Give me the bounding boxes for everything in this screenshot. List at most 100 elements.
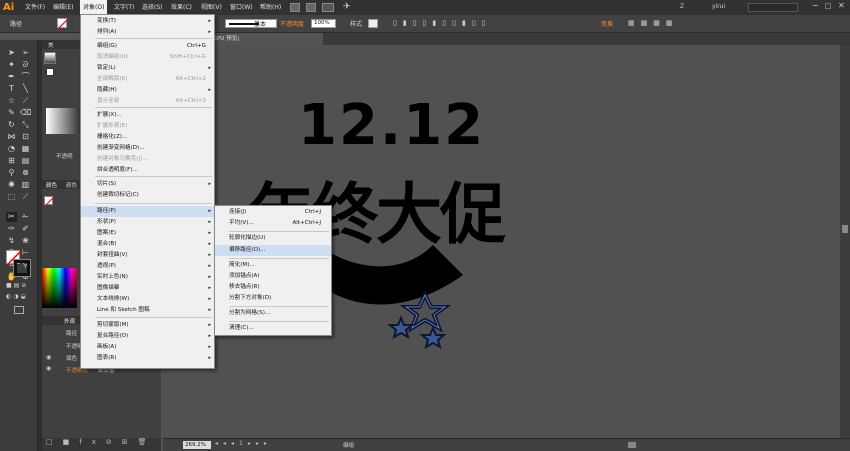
- object-menu-item[interactable]: 图像描摹 ▸: [81, 283, 214, 294]
- visibility-eye-icon-2[interactable]: ◉: [46, 365, 51, 372]
- object-menu-item[interactable]: 剪切蒙版(M) ▸: [81, 320, 214, 331]
- path-submenu-item[interactable]: 平均(V)... Alt+Ctrl+J: [215, 218, 331, 229]
- object-menu-item[interactable]: 复合路径(O) ▸: [81, 331, 214, 342]
- panel-fill-swatch[interactable]: [46, 68, 54, 76]
- menu-file[interactable]: 文件(F): [22, 0, 48, 15]
- object-menu-item[interactable]: 拼合透明度(F)...: [81, 165, 214, 176]
- bloat-tool-icon[interactable]: ❀: [20, 236, 31, 246]
- color-tab[interactable]: 颜色: [46, 181, 57, 189]
- color-fill-proxy[interactable]: [44, 196, 55, 207]
- zoom-level-field[interactable]: 269.2%: [183, 441, 211, 449]
- path-submenu-item[interactable]: 简化(M)...: [215, 260, 331, 271]
- menu-object[interactable]: 对象(O): [80, 0, 108, 15]
- object-menu-item[interactable]: 显示全部 Alt+Ctrl+3: [81, 96, 214, 107]
- blend-tool-icon[interactable]: ⊗: [20, 168, 31, 178]
- symbol-sprayer-icon[interactable]: ✺: [6, 180, 17, 190]
- transform-label[interactable]: 变换: [601, 19, 613, 28]
- graph-tool-icon[interactable]: ▥: [20, 180, 31, 190]
- direct-selection-tool-icon[interactable]: ➢: [20, 48, 31, 58]
- object-menu-item[interactable]: 封套扭曲(V) ▸: [81, 250, 214, 261]
- menu-window[interactable]: 窗口(W): [227, 0, 256, 15]
- path-submenu-item[interactable]: 偏移路径(O)...: [215, 245, 331, 256]
- menu-type[interactable]: 文字(T): [111, 0, 137, 15]
- artboard-tool-icon[interactable]: ⬚: [6, 192, 17, 202]
- object-menu-item[interactable]: 扩展(X)...: [81, 110, 214, 121]
- bridge-icon[interactable]: [290, 3, 300, 12]
- scissors-tool-icon[interactable]: ✁: [20, 212, 31, 222]
- user-name[interactable]: yirui: [712, 3, 725, 10]
- align-icons[interactable]: ▯▮▯▯▮▯▯▮▯▯: [393, 19, 573, 29]
- measure-tool-icon[interactable]: ⊢: [20, 248, 31, 258]
- type-tool-icon[interactable]: T: [6, 84, 17, 94]
- object-menu-item[interactable]: 锁定(L) ▸: [81, 63, 214, 74]
- eyedropper-icon[interactable]: ⚲: [6, 168, 17, 178]
- color-spectrum[interactable]: [42, 268, 77, 308]
- minimize-icon[interactable]: −: [812, 1, 819, 10]
- panel-tab-a[interactable]: 美: [48, 41, 54, 49]
- lasso-icon[interactable]: ᘐ: [20, 60, 31, 70]
- artboard-nav-icons[interactable]: ◂◂◂1▸▸▸: [215, 440, 272, 447]
- color-mode-icons[interactable]: ■▤⊘: [6, 282, 32, 290]
- style-swatch[interactable]: [368, 19, 378, 28]
- scale-icon[interactable]: ⤡: [20, 120, 31, 130]
- opacity-input[interactable]: 100%: [311, 19, 336, 28]
- menu-edit[interactable]: 编辑(E): [50, 0, 76, 15]
- rotate-icon[interactable]: ↻: [6, 120, 17, 130]
- slice-tool-icon[interactable]: ⟋: [20, 192, 31, 202]
- blob-brush-icon[interactable]: ✐: [20, 224, 31, 234]
- mesh-tool-icon[interactable]: ⊞: [6, 156, 17, 166]
- opacity-label[interactable]: 不透明度: [280, 19, 304, 28]
- object-menu-item[interactable]: 栅格化(Z)...: [81, 132, 214, 143]
- object-menu-item[interactable]: 路径(P) ▸: [81, 206, 214, 217]
- menu-help[interactable]: 帮助(H): [257, 0, 284, 15]
- object-menu-item[interactable]: 创建渐变网格(D)...: [81, 143, 214, 154]
- pencil-icon[interactable]: ✎: [6, 108, 17, 118]
- gradient-tool-icon[interactable]: ▤: [20, 156, 31, 166]
- menu-select[interactable]: 选择(S): [139, 0, 166, 15]
- stroke-profile-select[interactable]: [225, 19, 277, 28]
- object-menu-item[interactable]: 排列(A) ▸: [81, 27, 214, 38]
- search-field[interactable]: [748, 3, 798, 12]
- path-submenu-item[interactable]: 轮廓化描边(U): [215, 233, 331, 244]
- warp-tool-icon[interactable]: ↯: [6, 236, 17, 246]
- path-submenu-item[interactable]: 分割下方对象(D): [215, 293, 331, 304]
- object-menu-item[interactable]: 画板(A) ▸: [81, 342, 214, 353]
- gradient-preview[interactable]: [44, 52, 56, 64]
- appearance-tab[interactable]: 外观: [64, 317, 75, 325]
- path-submenu-item[interactable]: 连接(J) Ctrl+J: [215, 207, 331, 218]
- magic-wand-icon[interactable]: ✦: [6, 60, 17, 70]
- menu-effect[interactable]: 效果(C): [168, 0, 195, 15]
- object-menu-item[interactable]: 透视(P) ▸: [81, 261, 214, 272]
- pen-tool-icon[interactable]: ✒: [6, 72, 17, 82]
- stock-icon[interactable]: [306, 3, 316, 12]
- draw-mode-icons[interactable]: ◐◑◒: [6, 293, 32, 301]
- object-menu-item[interactable]: 混合(B) ▸: [81, 239, 214, 250]
- star-tool-icon[interactable]: ☆: [6, 96, 17, 106]
- object-menu-item[interactable]: 图表(R) ▸: [81, 353, 214, 364]
- object-menu-item[interactable]: 编组(G) Ctrl+G: [81, 41, 214, 52]
- object-menu-item[interactable]: Line 和 Sketch 图稿 ▸: [81, 305, 214, 316]
- selection-tool-icon[interactable]: ➤: [6, 48, 17, 58]
- path-submenu-item[interactable]: 分割为网格(S)...: [215, 308, 331, 319]
- artwork-title-line1[interactable]: 12.12: [298, 98, 568, 154]
- fill-swatch[interactable]: [57, 18, 68, 29]
- line-tool-icon[interactable]: ╲: [20, 84, 31, 94]
- horizontal-scroll-thumb[interactable]: [628, 442, 636, 448]
- close-icon[interactable]: ✕: [838, 1, 845, 10]
- object-menu-item[interactable]: 形状(P) ▸: [81, 217, 214, 228]
- color-guide-tab[interactable]: 颜色: [66, 181, 77, 189]
- vertical-scroll-thumb[interactable]: [842, 225, 848, 233]
- visibility-eye-icon[interactable]: ◉: [46, 354, 51, 361]
- object-menu-item[interactable]: 实时上色(N) ▸: [81, 272, 214, 283]
- perspective-grid-icon[interactable]: ▦: [20, 144, 31, 154]
- object-menu-item[interactable]: 变换(T) ▸: [81, 16, 214, 27]
- object-menu-item[interactable]: 创建裁切标记(C): [81, 190, 214, 201]
- object-menu-item[interactable]: 切片(S) ▸: [81, 179, 214, 190]
- object-menu-item[interactable]: 隐藏(H) ▸: [81, 85, 214, 96]
- arrange-documents-icon[interactable]: [322, 3, 334, 12]
- paintbrush-icon[interactable]: ⟋: [20, 96, 31, 106]
- width-tool-icon[interactable]: ⋈: [6, 132, 17, 142]
- object-menu-item[interactable]: 扩展外观(E): [81, 121, 214, 132]
- path-submenu-item[interactable]: 移去锚点(R): [215, 282, 331, 293]
- vertical-scrollbar[interactable]: [840, 45, 850, 438]
